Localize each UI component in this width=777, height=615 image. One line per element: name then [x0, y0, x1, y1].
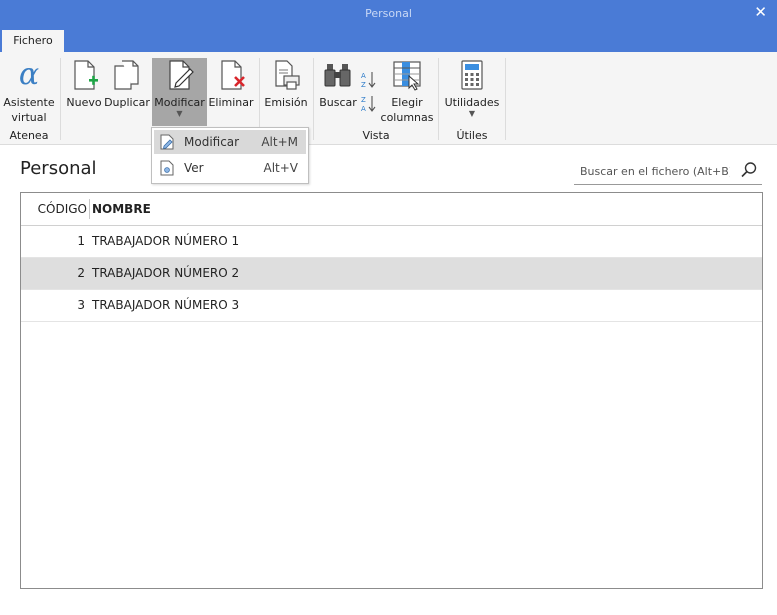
- search-icon[interactable]: [740, 161, 758, 179]
- search-box: [574, 157, 762, 185]
- calculator-icon: [461, 60, 483, 90]
- title-bar: Personal ✕: [0, 0, 777, 28]
- binoculars-icon: [324, 64, 351, 87]
- eliminar-label: Eliminar: [208, 96, 254, 109]
- sort-za-icon: Z A: [361, 96, 376, 113]
- eliminar-button[interactable]: Eliminar: [208, 58, 254, 110]
- group-label-utiles: Útiles: [456, 129, 488, 142]
- ribbon-separator: [505, 58, 506, 140]
- table-row[interactable]: 3 TRABAJADOR NÚMERO 3: [21, 290, 762, 322]
- cell-nombre: TRABAJADOR NÚMERO 2: [92, 266, 240, 280]
- svg-text:A: A: [361, 105, 366, 113]
- ribbon-tabs: Fichero: [0, 28, 777, 52]
- modificar-dropdown-menu: Modificar Alt+M Ver Alt+V: [151, 127, 309, 184]
- emision-label: Emisión: [264, 96, 308, 109]
- elegir-label-2: columnas: [380, 111, 434, 124]
- column-header-nombre[interactable]: NOMBRE: [92, 193, 151, 225]
- asistente-label-1: Asistente: [3, 96, 55, 109]
- utilidades-button[interactable]: Utilidades ▼: [442, 58, 502, 118]
- close-icon[interactable]: ✕: [754, 3, 767, 21]
- menu-item-shortcut: Alt+V: [263, 161, 298, 175]
- ribbon-separator: [438, 58, 439, 140]
- sort-ascending-button[interactable]: A Z: [360, 70, 378, 90]
- nuevo-button[interactable]: Nuevo: [64, 58, 104, 110]
- delete-document-icon: [221, 60, 245, 90]
- svg-text:Z: Z: [361, 81, 366, 89]
- page-title: Personal: [20, 158, 97, 179]
- group-label-atenea: Atenea: [9, 129, 49, 142]
- data-grid: CÓDIGO NOMBRE 1 TRABAJADOR NÚMERO 1 2 TR…: [20, 192, 763, 589]
- column-header-codigo[interactable]: CÓDIGO: [21, 193, 87, 225]
- cell-codigo: 2: [77, 266, 85, 280]
- edit-document-icon: [168, 60, 194, 90]
- svg-text:α: α: [19, 58, 39, 92]
- alpha-icon: α: [19, 58, 39, 92]
- duplicar-button[interactable]: Duplicar: [104, 58, 150, 110]
- duplicate-icon: [114, 60, 139, 90]
- sort-descending-button[interactable]: Z A: [360, 94, 378, 114]
- buscar-label: Buscar: [319, 96, 357, 109]
- duplicar-label: Duplicar: [104, 96, 150, 109]
- modificar-label: Modificar: [154, 96, 205, 109]
- column-divider[interactable]: [89, 199, 90, 219]
- chevron-down-icon: ▼: [176, 109, 183, 118]
- buscar-button[interactable]: Buscar: [317, 58, 359, 110]
- menu-item-label: Modificar: [184, 135, 240, 149]
- asistente-label-2: virtual: [11, 111, 47, 124]
- table-row[interactable]: 1 TRABAJADOR NÚMERO 1: [21, 226, 762, 258]
- menu-item-shortcut: Alt+M: [261, 135, 298, 149]
- ribbon-separator: [60, 58, 61, 140]
- edit-document-icon: [160, 134, 174, 150]
- ribbon-separator: [313, 58, 314, 140]
- elegir-label-1: Elegir: [391, 96, 423, 109]
- print-document-icon: [275, 60, 300, 90]
- search-input[interactable]: [578, 160, 732, 182]
- cell-nombre: TRABAJADOR NÚMERO 3: [92, 298, 240, 312]
- svg-text:A: A: [361, 72, 366, 80]
- table-row-selected[interactable]: 2 TRABAJADOR NÚMERO 2: [21, 258, 762, 290]
- sort-az-icon: A Z: [361, 72, 376, 89]
- menu-item-ver[interactable]: Ver Alt+V: [154, 156, 306, 180]
- view-document-icon: [160, 160, 174, 176]
- ribbon: α Asistente virtual Atenea Nuevo Duplica…: [0, 52, 777, 145]
- tab-fichero[interactable]: Fichero: [2, 30, 64, 52]
- modificar-button[interactable]: Modificar ▼: [152, 58, 207, 126]
- asistente-virtual-button[interactable]: α Asistente virtual: [2, 58, 56, 125]
- elegir-columnas-button[interactable]: Elegir columnas: [380, 58, 434, 125]
- svg-text:Z: Z: [361, 96, 366, 104]
- group-label-vista: Vista: [362, 129, 390, 142]
- new-document-icon: [74, 60, 98, 90]
- menu-item-label: Ver: [184, 161, 204, 175]
- nuevo-label: Nuevo: [66, 96, 102, 109]
- window-title: Personal: [365, 7, 412, 20]
- utilidades-label: Utilidades: [444, 96, 500, 109]
- grid-header: CÓDIGO NOMBRE: [21, 193, 762, 226]
- chevron-down-icon: ▼: [468, 109, 476, 118]
- cell-codigo: 3: [77, 298, 85, 312]
- cell-nombre: TRABAJADOR NÚMERO 1: [92, 234, 240, 248]
- emision-button[interactable]: Emisión: [263, 58, 309, 110]
- columns-icon: [393, 61, 421, 91]
- cell-codigo: 1: [77, 234, 85, 248]
- menu-item-modificar[interactable]: Modificar Alt+M: [154, 130, 306, 154]
